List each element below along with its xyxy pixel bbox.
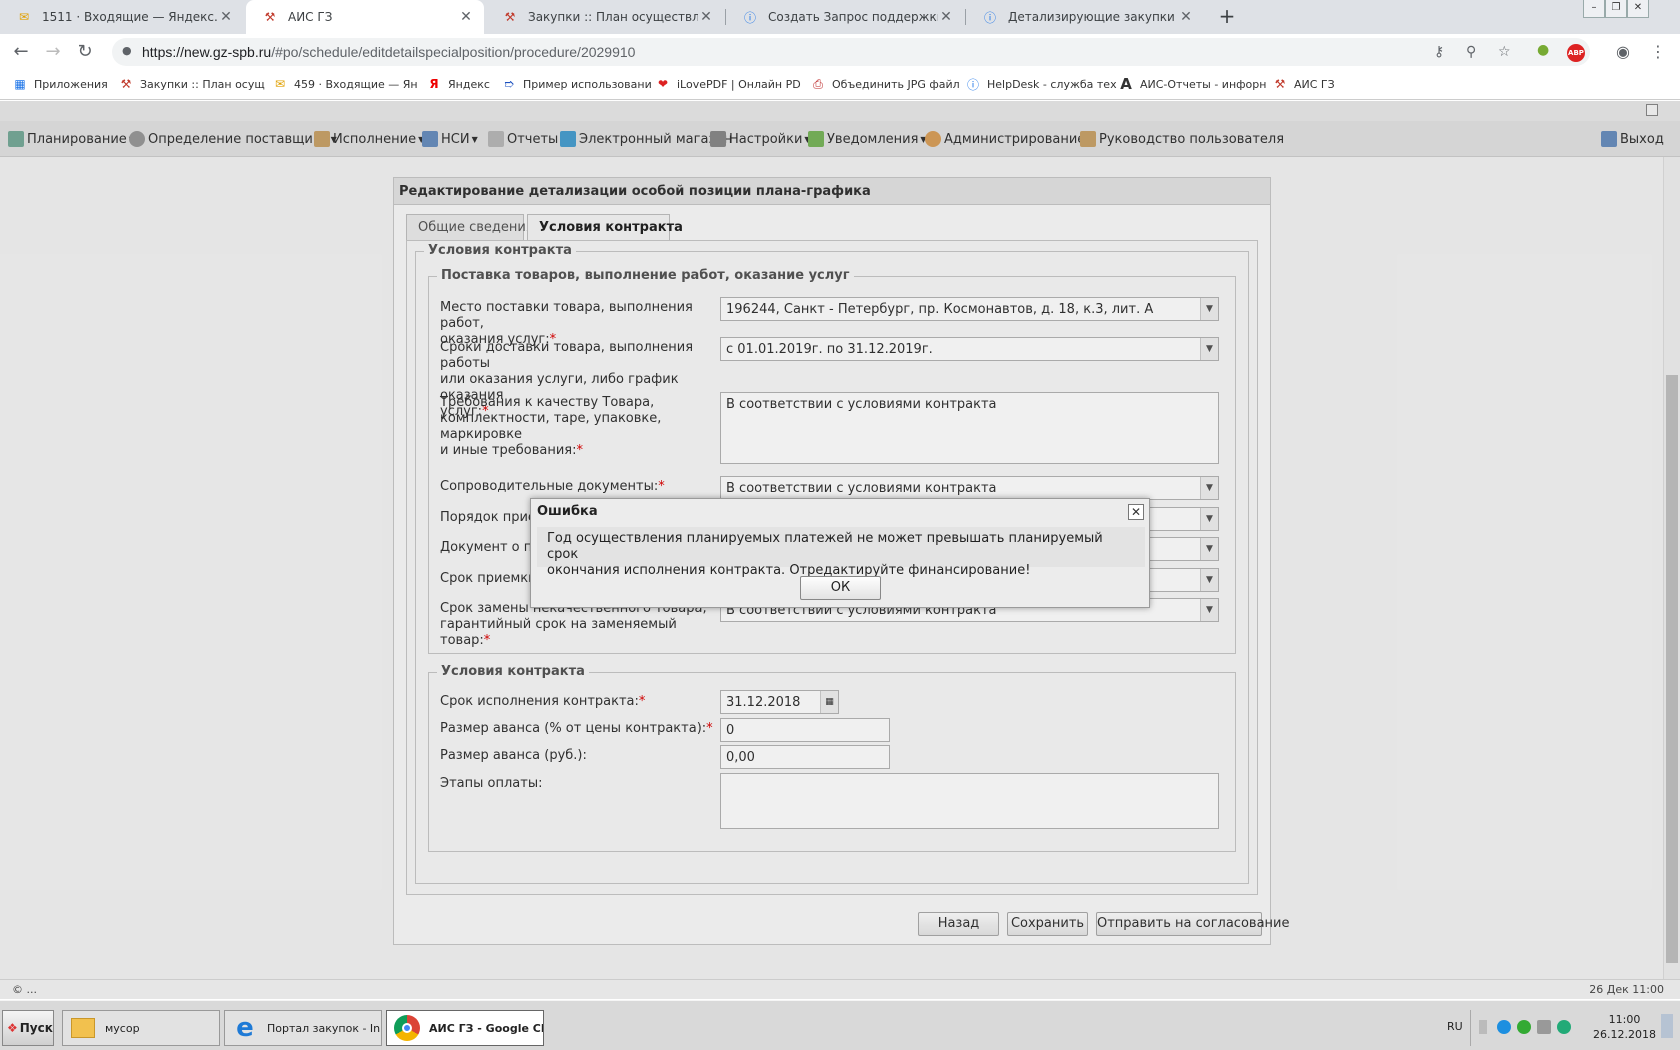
close-tab-icon[interactable]: ✕	[1178, 9, 1194, 25]
tab-title: 1511 · Входящие — Яндекс.Почта	[42, 10, 218, 24]
folder-icon	[69, 1014, 97, 1042]
bookmark-merge-jpg[interactable]: ⎙ Объединить JPG файл	[810, 76, 960, 92]
minimize-icon[interactable]: –	[1583, 0, 1605, 18]
bookmark-ais-reports[interactable]: A АИС-Отчеты - инфорн	[1118, 75, 1266, 93]
hammer-icon: ⚒	[120, 77, 132, 91]
bookmark-yandex[interactable]: Я Яндекс	[426, 76, 490, 92]
close-window-icon[interactable]: ✕	[1627, 0, 1649, 18]
close-tab-icon[interactable]: ✕	[458, 9, 474, 25]
tray-app-icon[interactable]	[1537, 1020, 1551, 1034]
internet-explorer-icon: e	[236, 1013, 254, 1043]
bookmark-apps[interactable]: ▦ Приложения	[12, 76, 107, 92]
maximize-icon[interactable]: ❐	[1605, 0, 1627, 18]
show-desktop-icon[interactable]	[1661, 1014, 1673, 1038]
example-icon: ➱	[503, 77, 515, 91]
close-tab-icon[interactable]: ✕	[938, 9, 954, 25]
zoom-icon[interactable]: ⚲	[1466, 44, 1476, 60]
close-icon[interactable]: ✕	[1128, 504, 1144, 520]
browser-tab-helpdesk[interactable]: ⓘ Детализирующие закупки | HelpDe ✕	[966, 0, 1204, 34]
close-tab-icon[interactable]: ✕	[218, 9, 234, 25]
address-url: https://new.gz-spb.ru/#po/schedule/editd…	[142, 44, 636, 60]
taskbar-clock[interactable]: 11:00 26.12.2018	[1593, 1012, 1656, 1042]
error-dialog: Ошибка ✕ Год осуществления планируемых п…	[530, 498, 1150, 608]
browser-tab-ais-gz[interactable]: ⚒ АИС ГЗ ✕	[246, 0, 484, 34]
app-area: Планирование▼ Определение поставщика▼ Ис…	[0, 101, 1680, 979]
info-icon: ⓘ	[743, 10, 756, 25]
heart-icon: ❤	[657, 77, 669, 91]
mail-icon: ✉	[274, 77, 286, 91]
info-icon: ⓘ	[966, 77, 979, 92]
windows-logo-icon: ❖	[7, 1021, 18, 1035]
taskbar-item-chrome[interactable]: АИС ГЗ - Google Ch...	[386, 1010, 544, 1046]
ok-button[interactable]: ОК	[800, 576, 881, 600]
tray-app-icon[interactable]	[1497, 1020, 1511, 1034]
bookmark-ilovepdf[interactable]: ❤ iLovePDF | Онлайн PD	[655, 76, 801, 92]
tab-title: Детализирующие закупки | HelpDe	[1008, 10, 1178, 24]
app-status-bar: © ... 26 Дек 11:00	[0, 979, 1680, 999]
reload-icon[interactable]: ↻	[73, 40, 97, 64]
letter-a-icon: A	[1120, 75, 1132, 93]
key-icon[interactable]: ⚷	[1434, 44, 1444, 60]
browser-tab-zakupki[interactable]: ⚒ Закупки :: План осуществления за ✕	[486, 0, 724, 34]
taskbar-item-ie[interactable]: e Портал закупок - In...	[224, 1010, 382, 1046]
tab-title: Создать Запрос поддержки - АИС	[768, 10, 938, 24]
windows-taskbar: ❖ Пуск мусор e Портал закупок - In... АИС …	[0, 1000, 1680, 1050]
yandex-icon: Я	[429, 77, 439, 91]
dialog-title: Ошибка	[537, 504, 598, 519]
tray-app-icon[interactable]	[1517, 1020, 1531, 1034]
language-indicator[interactable]: RU	[1447, 1020, 1463, 1033]
chrome-icon	[393, 1014, 421, 1042]
browser-toolbar: ← → ↻ ● https://new.gz-spb.ru/#po/schedu…	[0, 34, 1680, 70]
tray-expand-icon[interactable]	[1479, 1020, 1487, 1034]
bookmark-zakupki[interactable]: ⚒ Закупки :: План осущ	[118, 76, 265, 92]
lock-icon: ●	[122, 44, 132, 57]
taskbar-item-folder[interactable]: мусор	[62, 1010, 220, 1046]
forward-arrow-icon[interactable]: →	[41, 40, 65, 64]
apps-grid-icon: ▦	[14, 77, 26, 91]
bookmark-mail[interactable]: ✉ 459 · Входящие — Ян	[272, 76, 418, 92]
dialog-message: Год осуществления планируемых платежей н…	[537, 527, 1145, 578]
bookmark-helpdesk[interactable]: ⓘ HelpDesk - служба тех	[965, 76, 1117, 92]
hammer-icon: ⚒	[1274, 77, 1286, 91]
account-icon[interactable]: ◉	[1616, 42, 1630, 61]
browser-tab-mail[interactable]: ✉ 1511 · Входящие — Яндекс.Почта ✕	[0, 0, 244, 34]
tab-title: Закупки :: План осуществления за	[528, 10, 698, 24]
close-tab-icon[interactable]: ✕	[698, 9, 714, 25]
bookmark-ais-gz[interactable]: ⚒ АИС ГЗ	[1272, 76, 1335, 92]
bookmark-example[interactable]: ➱ Пример использовани	[501, 76, 652, 92]
tab-title: АИС ГЗ	[288, 10, 333, 24]
window-controls: – ❐ ✕	[1583, 0, 1649, 18]
tray-app-icon[interactable]	[1557, 1020, 1571, 1034]
start-button[interactable]: ❖ Пуск	[2, 1010, 54, 1046]
system-tray: RU 11:00 26.12.2018	[1447, 1010, 1680, 1046]
bookmarks-bar: ▦ Приложения ⚒ Закупки :: План осущ ✉ 459 ·…	[0, 70, 1680, 100]
back-arrow-icon[interactable]: ←	[9, 40, 33, 64]
menu-dots-icon[interactable]: ⋮	[1650, 42, 1666, 61]
hammer-icon: ⚒	[264, 10, 276, 24]
extension-icon[interactable]: ●	[1537, 42, 1549, 58]
browser-tab-strip: ✉ 1511 · Входящие — Яндекс.Почта ✕ ⚒ АИС…	[0, 0, 1680, 34]
mail-icon: ✉	[18, 10, 30, 24]
hammer-icon: ⚒	[504, 10, 516, 24]
address-bar[interactable]: ● https://new.gz-spb.ru/#po/schedule/edi…	[112, 38, 1590, 66]
new-tab-button[interactable]: +	[1215, 5, 1239, 29]
adblock-icon[interactable]: ABP	[1567, 44, 1585, 62]
pdf-icon: ⎙	[813, 76, 823, 91]
browser-tab-support[interactable]: ⓘ Создать Запрос поддержки - АИС ✕	[726, 0, 964, 34]
bookmark-star-icon[interactable]: ☆	[1498, 44, 1511, 60]
status-datetime: 26 Дек 11:00	[1589, 983, 1664, 996]
copyright-text: © ...	[12, 983, 37, 996]
info-icon: ⓘ	[983, 10, 996, 25]
